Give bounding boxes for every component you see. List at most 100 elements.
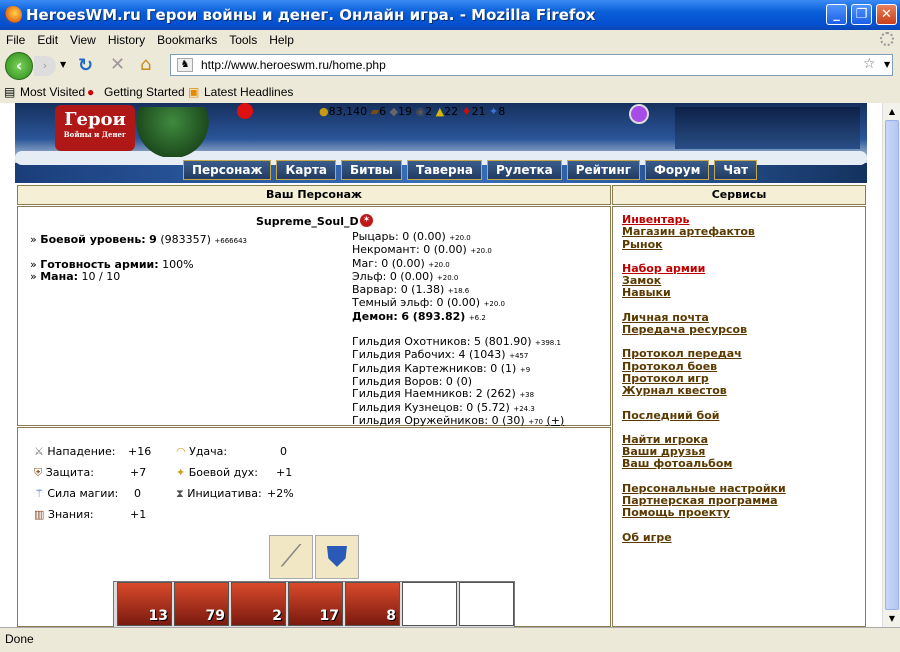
nav-chat[interactable]: Чат bbox=[714, 160, 758, 180]
menu-bookmarks[interactable]: Bookmarks bbox=[151, 30, 223, 50]
url-dropdown-icon[interactable]: ▼ bbox=[884, 60, 890, 69]
guild-row: Гильдия Наемников: 2 (262) +38 bbox=[352, 387, 535, 401]
luck-row: ◠ Удача: bbox=[176, 445, 228, 458]
link-about[interactable]: Об игре bbox=[622, 531, 865, 544]
guild-row: Гильдия Кузнецов: 0 (5.72) +24.3 bbox=[352, 400, 535, 414]
bookmark-star-icon[interactable]: ☆ bbox=[863, 56, 876, 72]
nav-battles[interactable]: Битвы bbox=[341, 160, 402, 180]
knowledge-row: ▥ Знания: bbox=[34, 508, 94, 521]
back-button[interactable]: ‹ bbox=[5, 52, 33, 80]
wand-icon: ⚚ bbox=[34, 487, 44, 500]
stop-icon[interactable]: ✕ bbox=[110, 54, 125, 75]
luck-value: 0 bbox=[280, 445, 287, 458]
nav-roulette[interactable]: Рулетка bbox=[487, 160, 562, 180]
throbber-icon bbox=[880, 32, 894, 46]
menu-help[interactable]: Help bbox=[263, 30, 300, 50]
nav-character[interactable]: Персонаж bbox=[183, 160, 272, 180]
bookmark-most-visited[interactable]: Most Visited bbox=[20, 85, 85, 99]
level-value: 9 bbox=[149, 233, 157, 246]
spellpower-value: 0 bbox=[134, 487, 141, 500]
faction-row: Маг: 0 (0.00) +20.0 bbox=[352, 256, 450, 270]
level-need: +666643 bbox=[214, 237, 247, 245]
main-nav: Персонаж Карта Битвы Таверна Рулетка Рей… bbox=[183, 160, 758, 180]
reload-icon[interactable]: ↻ bbox=[78, 55, 93, 76]
link-market[interactable]: Рынок bbox=[622, 238, 865, 251]
sulfur-value: 22 bbox=[444, 105, 459, 118]
gold-value: 83,140 bbox=[328, 105, 368, 118]
minimize-button[interactable]: _ bbox=[826, 4, 847, 25]
army-slot-6[interactable] bbox=[402, 582, 457, 626]
window-title: HeroesWM.ru Герои войны и денег. Онлайн … bbox=[26, 6, 596, 24]
mercury-icon: ◉ bbox=[415, 105, 426, 118]
guild-row: Гильдия Охотников: 5 (801.90) +398.1 bbox=[352, 335, 561, 349]
link-skills[interactable]: Навыки bbox=[622, 287, 865, 300]
faction-row: Рыцарь: 0 (0.00) +20.0 bbox=[352, 230, 471, 243]
nav-rating[interactable]: Рейтинг bbox=[566, 160, 641, 180]
guild-row: Гильдия Рабочих: 4 (1043) +457 bbox=[352, 348, 529, 362]
spellpower-row: ⚚ Сила магии: bbox=[34, 487, 119, 500]
link-transfer-log[interactable]: Протокол передач bbox=[622, 348, 865, 361]
close-button[interactable]: ✕ bbox=[876, 4, 897, 25]
army-slot-4[interactable]: 17 bbox=[288, 582, 343, 626]
menu-tools[interactable]: Tools bbox=[223, 30, 263, 50]
link-transfer-resources[interactable]: Передача ресурсов bbox=[622, 323, 865, 336]
army-slot-1[interactable]: 13 bbox=[117, 582, 172, 626]
link-help-project[interactable]: Помощь проекту bbox=[622, 507, 865, 520]
nav-map[interactable]: Карта bbox=[276, 160, 337, 180]
crystals-icon: ♦ bbox=[461, 105, 472, 118]
sword-artifact-icon[interactable]: ⟋ bbox=[269, 535, 313, 579]
wood-value: 6 bbox=[379, 105, 387, 118]
scroll-up-icon[interactable]: ▲ bbox=[885, 104, 899, 119]
scroll-thumb[interactable] bbox=[885, 120, 899, 610]
history-dropdown-icon[interactable]: ▼ bbox=[60, 60, 66, 69]
ore-value: 19 bbox=[398, 105, 413, 118]
title-bar: HeroesWM.ru Герои войны и денег. Онлайн … bbox=[0, 0, 900, 30]
wood-icon: ▰ bbox=[370, 105, 380, 118]
character-panel: Supreme_Soul_D ✶ » Боевой уровень: 9 (98… bbox=[17, 206, 611, 427]
heart-icon bbox=[237, 103, 253, 119]
services-group: Личная почта Передача ресурсов bbox=[622, 311, 865, 337]
mana-row: » Мана: 10 / 10 bbox=[30, 270, 121, 283]
url-bar[interactable]: ♞ http://www.heroeswm.ru/home.php ☆ ▼ bbox=[170, 54, 893, 76]
army-slot-7[interactable] bbox=[459, 582, 514, 626]
site-favicon-icon: ♞ bbox=[177, 58, 193, 72]
maximize-button[interactable]: ❐ bbox=[851, 4, 872, 25]
home-icon[interactable]: ⌂ bbox=[140, 54, 151, 75]
army-value: 100% bbox=[162, 258, 194, 271]
game-logo[interactable]: Герои Войны и Денег bbox=[55, 105, 135, 151]
nav-tavern[interactable]: Таверна bbox=[407, 160, 482, 180]
level-label: Боевой уровень: bbox=[40, 233, 146, 246]
sword-icon: ⚔ bbox=[34, 445, 44, 458]
page-content: Герои Войны и Денег ●83,140 ▰6 ◆19 ◉2 ▲2… bbox=[0, 103, 882, 627]
link-artifact-shop[interactable]: Магазин артефактов bbox=[622, 225, 865, 238]
guild-expand-link[interactable]: (+) bbox=[546, 414, 564, 427]
army-slot-5[interactable]: 8 bbox=[345, 582, 400, 626]
army-slot-3[interactable]: 2 bbox=[231, 582, 286, 626]
vertical-scrollbar[interactable]: ▲ ▼ bbox=[882, 103, 900, 627]
morale-row: ✦ Боевой дух: bbox=[176, 466, 258, 479]
character-name[interactable]: Supreme_Soul_D bbox=[256, 215, 359, 228]
christmas-tree-icon bbox=[135, 107, 210, 157]
online-orb-icon[interactable] bbox=[629, 104, 649, 124]
menu-view[interactable]: View bbox=[64, 30, 102, 50]
menu-file[interactable]: File bbox=[0, 30, 31, 50]
attack-value: +16 bbox=[128, 445, 152, 458]
forward-button[interactable]: › bbox=[34, 56, 56, 76]
menu-history[interactable]: History bbox=[102, 30, 151, 50]
faction-row: Темный эльф: 0 (0.00) +20.0 bbox=[352, 296, 506, 310]
bookmark-latest-headlines[interactable]: Latest Headlines bbox=[204, 85, 293, 99]
link-last-battle[interactable]: Последний бой bbox=[622, 409, 865, 422]
resources-bar: ●83,140 ▰6 ◆19 ◉2 ▲22 ♦21 ✦8 bbox=[319, 105, 505, 118]
bookmark-getting-started[interactable]: Getting Started bbox=[104, 85, 185, 99]
initiative-row: ⧗ Инициатива: bbox=[176, 487, 262, 500]
shield-artifact-icon[interactable]: ⛊ bbox=[315, 535, 359, 579]
link-quest-journal[interactable]: Журнал квестов bbox=[622, 384, 865, 397]
crystals-value: 21 bbox=[471, 105, 486, 118]
nav-forum[interactable]: Форум bbox=[645, 160, 710, 180]
mercury-value: 2 bbox=[425, 105, 433, 118]
army-slot-2[interactable]: 79 bbox=[174, 582, 229, 626]
menu-edit[interactable]: Edit bbox=[31, 30, 64, 50]
scroll-down-icon[interactable]: ▼ bbox=[885, 611, 899, 626]
status-bar: Done bbox=[0, 627, 900, 652]
link-photo-album[interactable]: Ваш фотоальбом bbox=[622, 458, 865, 471]
